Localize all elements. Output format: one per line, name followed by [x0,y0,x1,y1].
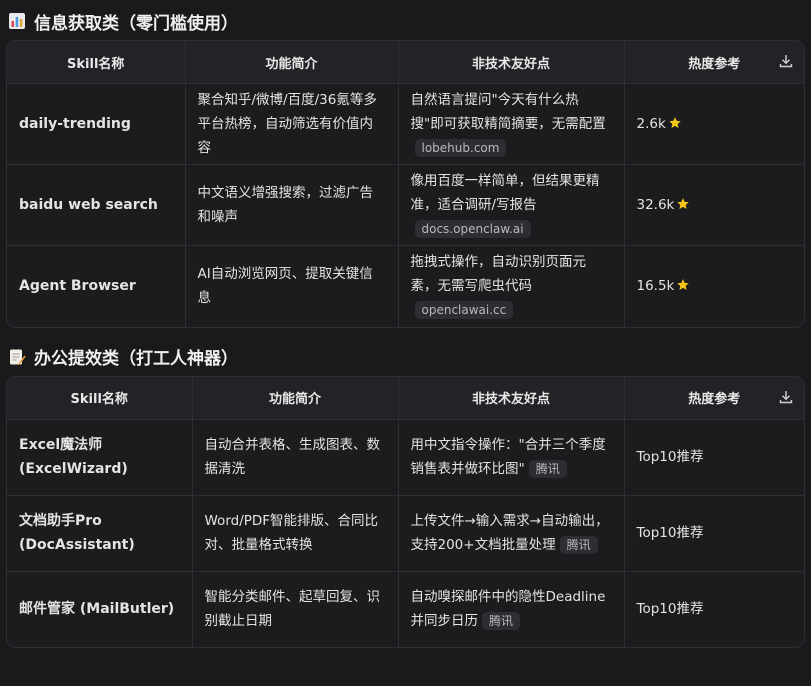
skill-description: 聚合知乎/微博/百度/36氪等多平台热榜，自动筛选有价值内容 [185,83,399,165]
skill-description: 中文语义增强搜索，过滤广告和噪声 [185,164,399,246]
source-tag[interactable]: 腾讯 [559,536,598,554]
skill-friendly-text: 自然语言提问"今天有什么热搜"即可获取精简摘要，无需配置 [410,92,606,132]
office-skills-table: Skill名称 功能简介 非技术友好点 热度参考 Excel魔法师 (ExcelW… [6,375,805,648]
skill-description: 智能分类邮件、起草回复、识别截止日期 [192,570,399,647]
skill-heat: Top10推荐 [624,570,804,647]
column-header-description: 功能简介 [192,376,399,419]
skill-friendly-text: 用中文指令操作："合并三个季度销售表并做环比图" [410,437,606,477]
column-header-heat-label: 热度参考 [688,392,741,407]
table-row: 文档助手Pro (DocAssistant) Word/PDF智能排版、合同比对、… [7,494,804,571]
star-icon [676,195,690,209]
skill-name: Agent Browser [7,245,186,327]
section-title-text: 办公提效类（打工人神器） [34,349,238,369]
download-icon[interactable] [778,53,794,69]
skill-name-en: (DocAssistant) [19,537,135,553]
skill-name-cell: Excel魔法师 (ExcelWizard) [7,418,193,495]
skill-name: 邮件管家 (MailButler) [7,570,193,647]
skill-heat-cell: 16.5k [624,245,804,327]
column-header-skill-name: Skill名称 [7,376,193,419]
star-icon [676,276,690,291]
source-tag[interactable]: 腾讯 [528,460,567,478]
skill-friendly-cell: 像用百度一样简单，但结果更精准，适合调研/写报告 docs.openclaw.ai [398,164,625,246]
source-tag[interactable]: lobehub.com [414,139,507,157]
skill-description: AI自动浏览网页、提取关键信息 [185,245,399,327]
skill-name: 文档助手Pro [19,513,102,529]
column-header-description: 功能简介 [185,41,399,84]
skill-heat: Top10推荐 [624,418,804,495]
skill-friendly-text: 拖拽式操作，自动识别页面元素，无需写爬虫代码 [410,254,587,295]
table-row: Excel魔法师 (ExcelWizard) 自动合并表格、生成图表、数据清洗 用… [7,418,804,495]
skill-heat: Top10推荐 [624,494,804,571]
column-header-heat: 热度参考 [624,41,804,84]
skill-friendly-cell: 自动嗅探邮件中的隐性Deadline并同步日历 腾讯 [398,570,625,647]
table-header-row: Skill名称 功能简介 非技术友好点 热度参考 [7,376,804,420]
section-title-info: 信息获取类（零门槛使用） [0,2,811,40]
table-row: 邮件管家 (MailButler) 智能分类邮件、起草回复、识别截止日期 自动嗅… [7,570,804,647]
skill-heat-cell: 2.6k [624,83,804,165]
skill-heat: 2.6k [636,116,666,132]
table-row: baidu web search 中文语义增强搜索，过滤广告和噪声 像用百度一样… [7,164,804,246]
skill-name: baidu web search [7,164,186,246]
column-header-heat: 热度参考 [624,377,804,420]
skill-name: daily-trending [7,83,186,165]
skill-friendly-cell: 上传文件→输入需求→自动输出，支持200+文档批量处理 腾讯 [398,494,625,571]
skill-name-cell: 文档助手Pro (DocAssistant) [7,494,193,571]
skill-heat-cell: 32.6k [624,164,804,246]
table-row: daily-trending 聚合知乎/微博/百度/36氪等多平台热榜，自动筛选… [7,83,804,165]
skill-friendly-cell: 自然语言提问"今天有什么热搜"即可获取精简摘要，无需配置 lobehub.com [398,83,625,165]
column-header-friendly: 非技术友好点 [398,41,625,84]
skill-name-en: (ExcelWizard) [19,461,128,477]
table-row: Agent Browser AI自动浏览网页、提取关键信息 拖拽式操作，自动识别… [7,245,804,327]
skill-friendly-cell: 用中文指令操作："合并三个季度销售表并做环比图" 腾讯 [398,418,625,495]
table-header-row: Skill名称 功能简介 非技术友好点 热度参考 [7,41,804,84]
source-tag[interactable]: openclawai.cc [414,301,514,320]
section-title-office: 办公提效类（打工人神器） [0,338,811,376]
column-header-heat-label: 热度参考 [688,56,741,72]
skill-friendly-text: 像用百度一样简单，但结果更精准，适合调研/写报告 [410,173,600,213]
section-title-text: 信息获取类（零门槛使用） [34,13,238,34]
skill-description: 自动合并表格、生成图表、数据清洗 [192,418,399,495]
memo-icon [8,348,26,366]
bar-chart-icon [8,12,26,30]
skill-friendly-cell: 拖拽式操作，自动识别页面元素，无需写爬虫代码 openclawai.cc [398,245,625,327]
skill-description: Word/PDF智能排版、合同比对、批量格式转换 [192,494,399,571]
skill-heat: 32.6k [636,197,675,213]
skill-name: Excel魔法师 [19,437,103,453]
star-icon [668,114,682,128]
source-tag[interactable]: docs.openclaw.ai [414,220,531,238]
column-header-skill-name: Skill名称 [7,41,186,84]
skill-heat: 16.5k [636,278,675,295]
source-tag[interactable]: 腾讯 [482,612,521,631]
download-icon[interactable] [778,389,794,405]
info-skills-table: Skill名称 功能简介 非技术友好点 热度参考 daily-trending … [6,40,805,328]
column-header-friendly: 非技术友好点 [398,376,625,419]
